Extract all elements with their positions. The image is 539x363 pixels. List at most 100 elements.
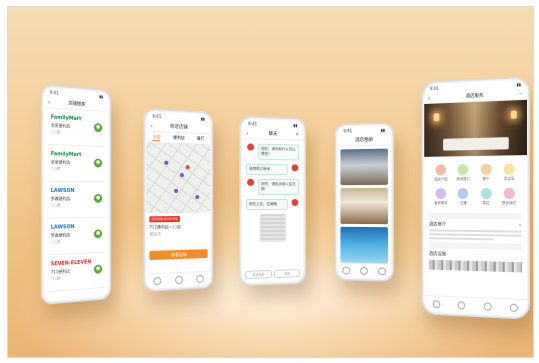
- back-icon[interactable]: ‹: [150, 122, 152, 129]
- close-icon[interactable]: ×: [295, 132, 299, 138]
- shop-card[interactable]: SEVEN-ELEVEN 711便利店 ○○店 营业中: [149, 216, 207, 247]
- tab-all[interactable]: 全部: [153, 134, 161, 141]
- service-label: 交通: [460, 201, 467, 206]
- phone-hotel: 9:41 ▮▮ ‹ 酒店服务 ⋯ 酒店介绍 房间预订 餐厅 会议室 客房服务 交通…: [421, 76, 530, 320]
- restaurant-icon: [481, 164, 492, 175]
- user-icon[interactable]: [196, 275, 204, 283]
- search-icon[interactable]: [360, 267, 368, 275]
- chat-bubble: 明天入住，住两晚: [246, 199, 288, 210]
- chat-input-bar: 发送消息 发送: [245, 269, 300, 279]
- send-button[interactable]: 发送: [274, 269, 300, 278]
- service-item[interactable]: 酒店介绍: [430, 164, 452, 182]
- message-input[interactable]: 发送消息: [245, 270, 272, 279]
- chat-message: 明天入住，住两晚: [246, 199, 288, 210]
- chat-message: 好的，请告诉我入住日期: [258, 179, 299, 195]
- section-title: 酒店简介: [429, 222, 446, 228]
- service-item[interactable]: 房间预订: [452, 164, 475, 182]
- map-marker-icon[interactable]: [186, 165, 190, 169]
- tab-bar: [146, 271, 210, 289]
- chat-image[interactable]: [260, 214, 286, 242]
- map-marker-icon[interactable]: [174, 189, 178, 193]
- store-address: ○○店: [51, 203, 102, 208]
- home-icon[interactable]: [153, 277, 161, 286]
- location-pin-icon[interactable]: ●: [94, 159, 102, 168]
- phone-photos: 9:41 ▮▮ 酒店相册: [335, 122, 394, 282]
- map-view[interactable]: [146, 142, 210, 213]
- map-marker-icon[interactable]: [195, 195, 199, 199]
- lamp-light: [434, 113, 440, 121]
- search-icon[interactable]: [175, 276, 183, 284]
- map-marker-icon[interactable]: [180, 173, 184, 177]
- list-item[interactable]: LAWSON 罗森便利店 ○○店 ●: [48, 185, 105, 219]
- nav-bar: 酒店相册: [338, 134, 391, 146]
- avatar: [292, 164, 299, 171]
- store-address: ○○店: [51, 238, 102, 245]
- page-title: 附近店铺: [170, 124, 187, 131]
- tab-restaurant[interactable]: 餐厅: [197, 136, 205, 143]
- nearby-icon: [481, 188, 492, 199]
- hotel-hero-image: [424, 100, 527, 157]
- banner: 9:41 ▮▮ ‹ 店铺搜索 FamilyMart 全家便利店 ○○店 ● Fam…: [7, 6, 534, 358]
- section-header[interactable]: 酒店设施: [429, 242, 522, 259]
- phone-chat: 9:41 ▮▮ ‹ 聊天 × 您好，请问有什么可以帮您？ 我想预订房间 好的，请告…: [239, 116, 306, 287]
- section-header[interactable]: 酒店简介 ⌄: [429, 213, 522, 229]
- back-icon[interactable]: ‹: [48, 98, 50, 105]
- map-marker-icon[interactable]: [164, 161, 168, 165]
- order-icon[interactable]: [483, 302, 491, 310]
- list-item[interactable]: SEVEN-ELEVEN 711便利店 ○○店 ●: [48, 256, 105, 293]
- phone-store-list: 9:41 ▮▮ ‹ 店铺搜索 FamilyMart 全家便利店 ○○店 ● Fam…: [41, 84, 111, 305]
- avatar: [247, 143, 254, 150]
- transport-icon: [458, 188, 469, 199]
- back-icon[interactable]: ‹: [246, 130, 248, 137]
- chat-message: 您好，请问有什么可以帮您？: [258, 144, 299, 161]
- service-item[interactable]: 联系我们: [497, 188, 520, 206]
- home-icon[interactable]: [342, 267, 350, 275]
- list-item[interactable]: FamilyMart 全家便利店 ○○店 ●: [48, 148, 105, 182]
- chevron-down-icon[interactable]: ⌄: [518, 222, 522, 228]
- service-item[interactable]: 餐厅: [475, 164, 498, 182]
- hotel-photo[interactable]: [340, 227, 388, 264]
- service-icon-grid: 酒店介绍 房间预订 餐厅 会议室 客房服务 交通 周边 联系我们: [424, 155, 527, 210]
- location-pin-icon[interactable]: ●: [94, 194, 102, 203]
- chat-bubble: 我想预订房间: [246, 164, 288, 176]
- store-address: ○○店: [51, 166, 102, 172]
- chat-bubble: 您好，请问有什么可以帮您？: [258, 144, 299, 161]
- chat-message: 我想预订房间: [246, 164, 288, 176]
- service-item[interactable]: 客房服务: [430, 188, 452, 206]
- location-pin-icon[interactable]: ●: [94, 123, 102, 132]
- service-label: 联系我们: [502, 201, 516, 206]
- page-title: 酒店相册: [355, 137, 373, 143]
- contact-icon: [504, 188, 515, 199]
- tab-convenience[interactable]: 便利店: [173, 135, 185, 142]
- shop-status: 营业中: [149, 230, 207, 237]
- user-icon[interactable]: [378, 267, 386, 275]
- bed: [443, 137, 509, 151]
- lamp-light: [511, 110, 517, 118]
- service-item[interactable]: 周边: [475, 188, 498, 206]
- more-icon[interactable]: ⋯: [518, 91, 523, 97]
- section-title: 酒店设施: [429, 251, 446, 257]
- hotel-photo[interactable]: [340, 149, 388, 186]
- view-shop-button[interactable]: 查看店铺: [149, 249, 207, 260]
- chat-bubble: 好的，请告诉我入住日期: [258, 179, 299, 195]
- avatar: [292, 199, 299, 206]
- list-item[interactable]: FamilyMart 全家便利店 ○○店 ●: [48, 111, 105, 147]
- phone-map: 9:41 ▮▮ ‹ 附近店铺 全部 便利店 餐厅 SEVEN-ELEVEN 711…: [143, 108, 213, 292]
- back-icon[interactable]: ‹: [428, 94, 430, 101]
- user-icon[interactable]: [510, 304, 518, 313]
- section-text: [429, 229, 522, 240]
- room-service-icon: [436, 188, 446, 199]
- service-label: 会议室: [504, 177, 515, 182]
- service-label: 客房服务: [434, 201, 447, 206]
- booking-icon: [458, 164, 469, 175]
- service-label: 周边: [482, 201, 489, 206]
- page-title: 酒店服务: [466, 93, 484, 100]
- service-label: 餐厅: [482, 177, 489, 182]
- hotel-info-icon: [436, 164, 446, 175]
- service-icon[interactable]: [458, 301, 466, 309]
- hotel-photo[interactable]: [340, 188, 388, 224]
- home-icon[interactable]: [433, 300, 441, 308]
- list-item[interactable]: LAWSON 罗森便利店 ○○店 ●: [48, 220, 105, 255]
- service-item[interactable]: 交通: [452, 188, 475, 206]
- service-item[interactable]: 会议室: [497, 163, 520, 182]
